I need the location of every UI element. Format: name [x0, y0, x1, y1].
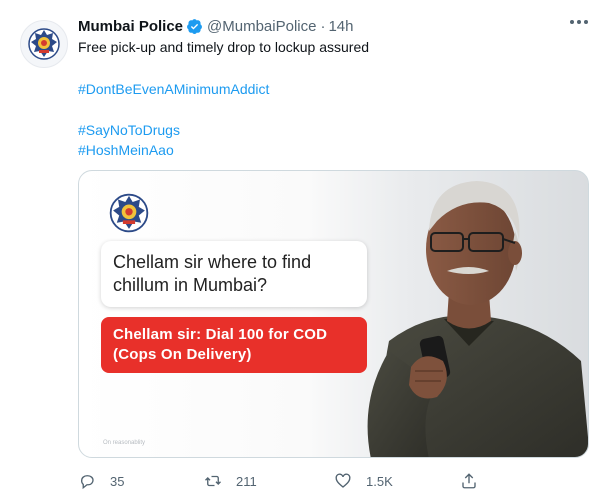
- share-icon: [462, 473, 476, 489]
- author-handle[interactable]: @MumbaiPolice: [207, 18, 316, 35]
- retweet-count: 211: [236, 473, 257, 489]
- separator: ·: [320, 17, 326, 35]
- author-name[interactable]: Mumbai Police: [78, 18, 183, 35]
- hashtag-link[interactable]: #SayNoToDrugs: [78, 121, 180, 139]
- reply-icon: [81, 475, 94, 490]
- small-caption: On reasonablity: [103, 440, 146, 446]
- retweet-icon: [205, 475, 221, 487]
- timestamp[interactable]: 14h: [328, 18, 353, 35]
- heart-icon: [335, 473, 351, 488]
- question-bubble: Chellam sir where to find chillum in Mum…: [101, 241, 367, 307]
- answer-bubble: Chellam sir: Dial 100 for COD (Cops On D…: [101, 317, 367, 373]
- tweet-media-image[interactable]: Chellam sir where to find chillum in Mum…: [78, 170, 589, 458]
- more-button[interactable]: [564, 10, 594, 34]
- tweet[interactable]: Mumbai Police @MumbaiPolice · 14h Free p…: [0, 0, 600, 500]
- tweet-text: Free pick-up and timely drop to lockup a…: [78, 39, 370, 55]
- police-emblem-icon: [109, 193, 149, 233]
- police-emblem-icon: [28, 28, 60, 60]
- tweet-header: Mumbai Police @MumbaiPolice · 14h: [78, 16, 590, 36]
- hashtag-link[interactable]: #HoshMeinAao: [78, 141, 174, 159]
- share-button[interactable]: [460, 472, 500, 490]
- action-bar: 35 211 1.5K: [78, 470, 580, 492]
- reply-button[interactable]: 35: [78, 472, 204, 490]
- hashtag-link[interactable]: #DontBeEvenAMinimumAddict: [78, 80, 269, 98]
- like-button[interactable]: 1.5K: [334, 472, 460, 490]
- reply-count: 35: [110, 473, 125, 489]
- man-with-phone-photo: [367, 181, 588, 457]
- verified-badge-icon: [187, 18, 202, 34]
- avatar[interactable]: [20, 20, 68, 68]
- more-dots-icon: [570, 20, 588, 24]
- retweet-button[interactable]: 211: [204, 472, 334, 490]
- like-count: 1.5K: [366, 473, 393, 489]
